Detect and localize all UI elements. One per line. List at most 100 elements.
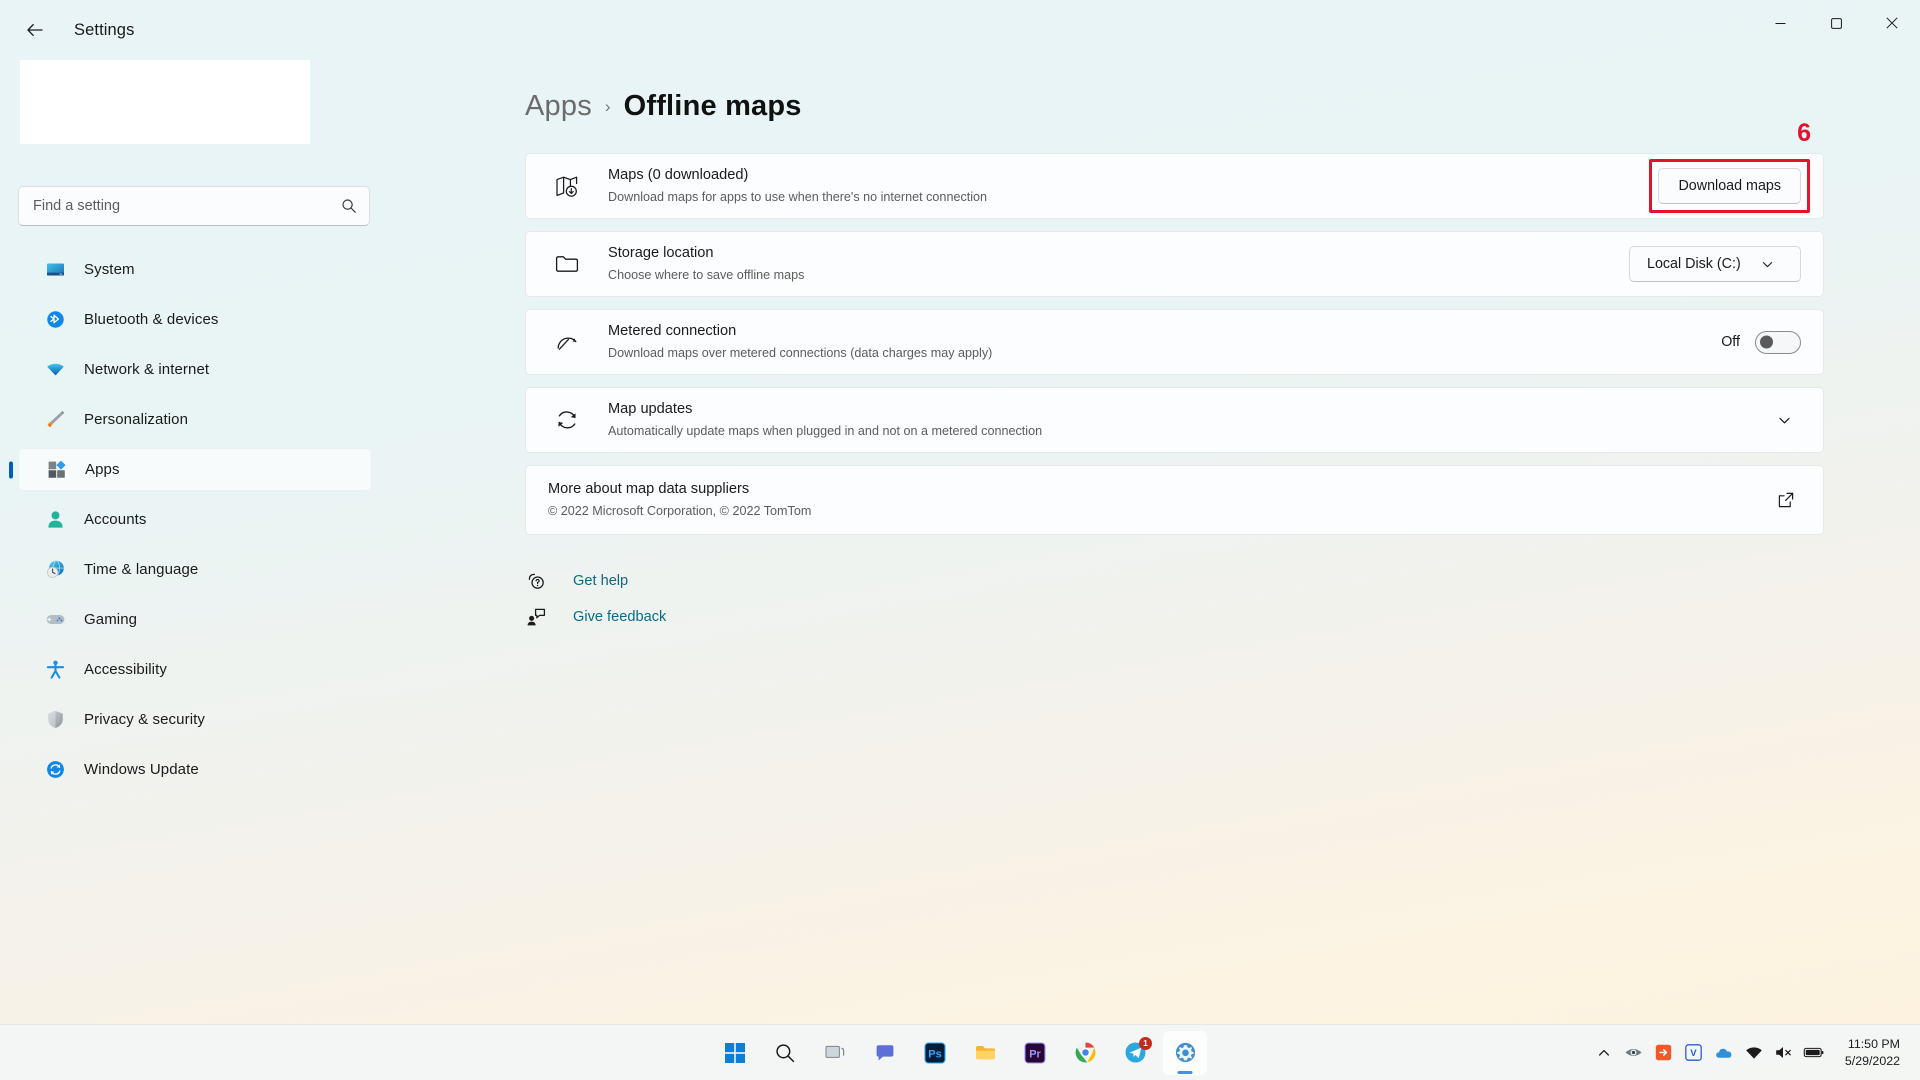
give-feedback-link[interactable]: Give feedback	[525, 607, 666, 627]
taskbar-clock[interactable]: 11:50 PM 5/29/2022	[1839, 1036, 1906, 1069]
window-title: Settings	[74, 20, 135, 39]
file-explorer-button[interactable]	[963, 1031, 1007, 1075]
sidebar-item-label: Time & language	[84, 561, 199, 578]
metered-connection-toggle[interactable]	[1755, 330, 1801, 354]
clock-globe-icon	[44, 559, 66, 581]
sidebar-item-system[interactable]: System	[18, 248, 372, 291]
refresh-icon	[552, 407, 582, 433]
download-maps-wrapper: Download maps 6	[1649, 119, 1811, 214]
taskbar-apps: Ps Pr 1	[713, 1030, 1207, 1075]
storage-location-setting-row: Storage location Choose where to save of…	[525, 231, 1824, 298]
back-arrow-icon	[27, 23, 43, 37]
eye-tray-icon[interactable]	[1623, 1043, 1645, 1062]
chrome-button[interactable]	[1063, 1031, 1107, 1075]
map-updates-text: Map updates Automatically update maps wh…	[608, 388, 1767, 452]
search-box[interactable]	[18, 186, 370, 226]
telegram-button[interactable]: 1	[1113, 1031, 1157, 1075]
map-updates-actions	[1767, 403, 1801, 437]
footer-links: Get help Give feedback	[525, 571, 1824, 627]
sidebar-item-bluetooth-devices[interactable]: Bluetooth & devices	[18, 298, 372, 341]
task-view-button[interactable]	[813, 1031, 857, 1075]
shield-icon	[44, 709, 66, 731]
system-icon	[44, 259, 66, 281]
back-button[interactable]	[12, 7, 58, 53]
gauge-icon	[552, 329, 582, 355]
v-tray-icon[interactable]: V	[1683, 1044, 1705, 1061]
premiere-button[interactable]: Pr	[1013, 1031, 1057, 1075]
windows-logo-icon	[725, 1042, 745, 1063]
maps-subtitle: Download maps for apps to use when there…	[608, 190, 988, 205]
feedback-icon	[525, 607, 547, 627]
close-button[interactable]	[1864, 0, 1920, 46]
sidebar-item-accessibility[interactable]: Accessibility	[18, 648, 372, 691]
system-tray: V 11:50 PM 5/29/2022	[1593, 1025, 1920, 1080]
suppliers-copyright: © 2022 Microsoft Corporation, © 2022 Tom…	[548, 504, 812, 519]
photoshop-icon: Ps	[924, 1041, 946, 1064]
storage-selected-value: Local Disk (C:)	[1647, 256, 1741, 273]
sidebar-item-label: Network & internet	[84, 361, 210, 378]
download-maps-button[interactable]: Download maps	[1658, 168, 1801, 205]
search-input[interactable]	[33, 198, 341, 214]
premiere-icon: Pr	[1024, 1041, 1046, 1064]
update-icon	[44, 759, 66, 781]
map-updates-subtitle: Automatically update maps when plugged i…	[608, 424, 1043, 439]
volume-tray-icon[interactable]	[1773, 1043, 1795, 1062]
search-icon	[342, 199, 356, 213]
sidebar-item-accounts[interactable]: Accounts	[18, 498, 372, 541]
suppliers-actions	[1771, 491, 1801, 509]
show-hidden-icons-button[interactable]	[1593, 1046, 1615, 1060]
clock-date: 5/29/2022	[1844, 1053, 1900, 1068]
sidebar-item-gaming[interactable]: Gaming	[18, 598, 372, 641]
sidebar-item-windows-update[interactable]: Windows Update	[18, 748, 372, 791]
start-button[interactable]	[713, 1031, 757, 1075]
chat-icon	[876, 1044, 894, 1060]
speaker-mute-icon	[1776, 1047, 1792, 1058]
metered-toggle-state-label: Off	[1721, 334, 1740, 351]
maps-text: Maps (0 downloaded) Download maps for ap…	[608, 154, 1658, 218]
breadcrumb-parent[interactable]: Apps	[525, 90, 592, 123]
sidebar-item-label: Personalization	[84, 411, 189, 428]
annotation-step-number: 6	[1797, 119, 1811, 148]
map-updates-expand-button[interactable]	[1767, 403, 1801, 437]
map-updates-setting-row[interactable]: Map updates Automatically update maps wh…	[525, 387, 1824, 454]
sidebar-item-apps[interactable]: Apps	[18, 448, 372, 491]
folder-icon	[975, 1046, 995, 1060]
chat-button[interactable]	[863, 1031, 907, 1075]
sidebar-item-time-language[interactable]: Time & language	[18, 548, 372, 591]
sidebar-item-network-internet[interactable]: Network & internet	[18, 348, 372, 391]
metered-subtitle: Download maps over metered connections (…	[608, 346, 993, 361]
onedrive-tray-icon[interactable]	[1713, 1043, 1735, 1063]
account-icon	[44, 509, 66, 531]
eye-icon	[1625, 1049, 1642, 1056]
battery-tray-icon[interactable]	[1803, 1043, 1825, 1062]
get-help-label: Get help	[573, 573, 629, 590]
chevron-up-icon	[1598, 1049, 1609, 1056]
bluetooth-icon	[44, 309, 66, 331]
svg-text:V: V	[1691, 1048, 1698, 1059]
metered-connection-setting-row: Metered connection Download maps over me…	[525, 309, 1824, 376]
sidebar-item-privacy-security[interactable]: Privacy & security	[18, 698, 372, 741]
map-data-suppliers-row[interactable]: More about map data suppliers © 2022 Mic…	[525, 465, 1824, 536]
map-download-icon	[552, 173, 582, 200]
search-button[interactable]	[763, 1031, 807, 1075]
sidebar-nav: System Bluetooth & devices Network & int…	[18, 248, 372, 791]
metered-title: Metered connection	[608, 323, 737, 340]
storage-location-dropdown[interactable]: Local Disk (C:)	[1629, 246, 1801, 283]
sidebar-item-personalization[interactable]: Personalization	[18, 398, 372, 441]
sidebar-item-label: System	[84, 261, 135, 278]
give-feedback-label: Give feedback	[573, 609, 667, 626]
metered-actions: Off	[1721, 330, 1801, 354]
get-help-link[interactable]: Get help	[525, 571, 628, 591]
chevron-down-icon	[1778, 417, 1790, 424]
settings-button[interactable]	[1163, 1030, 1207, 1075]
maps-setting-row: Maps (0 downloaded) Download maps for ap…	[525, 119, 1824, 220]
maximize-button[interactable]	[1808, 0, 1864, 46]
network-tray-icon[interactable]	[1743, 1044, 1765, 1062]
external-link-icon[interactable]	[1771, 491, 1801, 509]
sidebar-item-label: Gaming	[84, 611, 138, 628]
minimize-button[interactable]	[1752, 0, 1808, 46]
photoshop-button[interactable]: Ps	[913, 1031, 957, 1075]
main-content: Apps › Offline maps Maps (0 downloaded) …	[390, 60, 1920, 1080]
user-profile-card[interactable]	[20, 60, 310, 144]
orange-tray-icon[interactable]	[1653, 1044, 1675, 1061]
